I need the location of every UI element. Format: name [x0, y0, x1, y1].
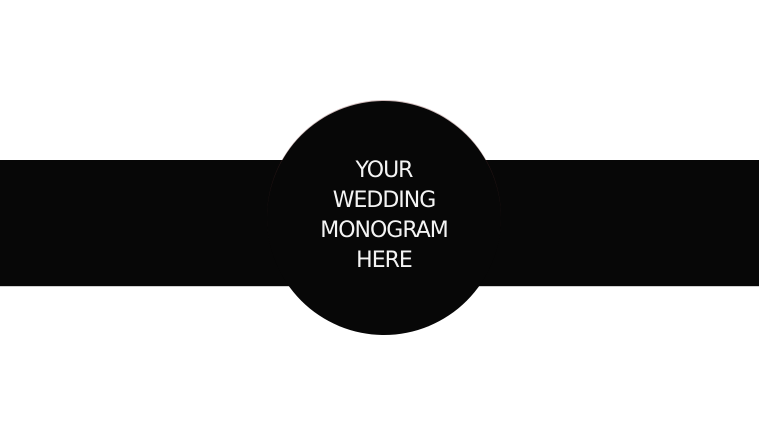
monogram-line-3: MONOGRAM: [320, 218, 449, 243]
label-canvas: YOUR WEDDING MONOGRAM HERE: [0, 0, 759, 439]
monogram-line-2: WEDDING: [332, 188, 437, 213]
monogram-line-1: YOUR: [355, 158, 414, 183]
monogram-line-4: HERE: [356, 248, 413, 273]
monogram-placeholder-text: YOUR WEDDING MONOGRAM HERE: [267, 156, 501, 276]
